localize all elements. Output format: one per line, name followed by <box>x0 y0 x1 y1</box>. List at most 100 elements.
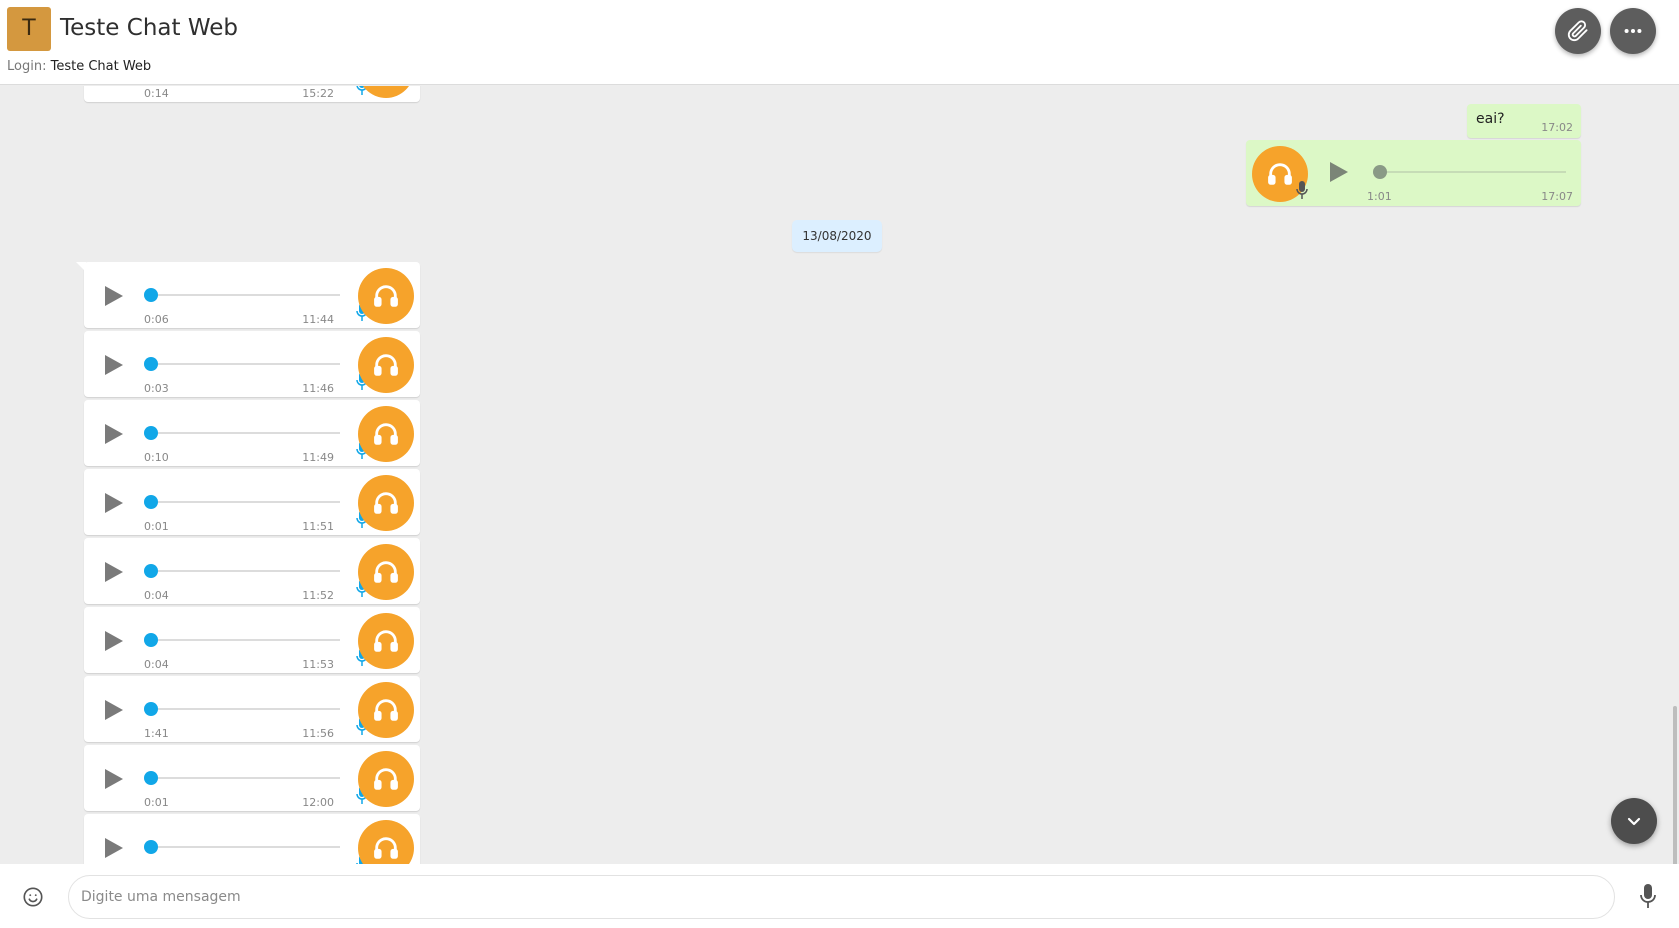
audio-progress-handle[interactable] <box>1373 165 1387 179</box>
audio-message-incoming: 1:41 11:56 <box>84 676 420 742</box>
play-icon <box>105 631 123 651</box>
message-time: 11:52 <box>302 589 334 602</box>
headphones-avatar <box>358 544 414 600</box>
audio-duration: 0:01 <box>144 520 169 533</box>
headphones-icon <box>374 837 398 859</box>
message-input[interactable] <box>68 875 1615 919</box>
audio-progress-track[interactable] <box>150 639 340 641</box>
headphones-icon <box>374 492 398 514</box>
play-icon <box>105 493 123 513</box>
audio-progress-track[interactable] <box>150 363 340 365</box>
more-horizontal-icon <box>1624 28 1642 34</box>
audio-progress-handle[interactable] <box>144 564 158 578</box>
audio-duration: 0:10 <box>144 451 169 464</box>
audio-duration: 0:14 <box>144 87 169 100</box>
audio-progress-track[interactable] <box>150 432 340 434</box>
audio-message-incoming: 0:10 11:49 <box>84 400 420 466</box>
message-time: 17:07 <box>1541 190 1573 203</box>
play-button[interactable] <box>103 836 125 864</box>
audio-progress-track[interactable] <box>150 570 340 572</box>
login-value: Teste Chat Web <box>50 59 152 74</box>
headphones-avatar <box>358 613 414 669</box>
audio-duration: 0:04 <box>144 589 169 602</box>
headphones-icon <box>374 354 398 376</box>
play-button[interactable] <box>103 284 125 312</box>
message-composer <box>0 864 1679 928</box>
audio-progress-track[interactable] <box>150 294 340 296</box>
audio-message-incoming: 0:14 15:22 <box>84 86 420 102</box>
audio-message-incoming <box>84 814 420 864</box>
audio-progress-track[interactable] <box>1376 171 1566 173</box>
scrollbar[interactable] <box>1671 86 1679 916</box>
avatar[interactable]: T <box>7 7 51 51</box>
headphones-icon <box>374 423 398 445</box>
paperclip-icon <box>1567 20 1588 42</box>
headphones-avatar <box>358 268 414 324</box>
headphones-avatar <box>358 820 414 864</box>
audio-message-incoming: 0:01 12:00 <box>84 745 420 811</box>
audio-progress-handle[interactable] <box>144 426 158 440</box>
headphones-icon <box>374 285 398 307</box>
headphones-avatar <box>358 751 414 807</box>
audio-duration: 1:01 <box>1367 190 1392 203</box>
audio-progress-handle[interactable] <box>144 357 158 371</box>
microphone-icon <box>1296 180 1308 204</box>
audio-message-incoming: 0:01 11:51 <box>84 469 420 535</box>
chat-header: T Teste Chat Web Login: Teste Chat Web <box>0 0 1679 85</box>
more-options-button[interactable] <box>1610 8 1656 54</box>
play-button[interactable] <box>103 560 125 588</box>
message-time: 11:44 <box>302 313 334 326</box>
audio-progress-handle[interactable] <box>144 702 158 716</box>
audio-duration: 0:01 <box>144 796 169 809</box>
login-label: Login: <box>7 59 47 74</box>
play-icon <box>105 838 123 858</box>
audio-progress-handle[interactable] <box>144 633 158 647</box>
audio-message-incoming: 0:06 11:44 <box>76 262 420 328</box>
login-info: Login: Teste Chat Web <box>7 59 151 74</box>
audio-duration: 1:41 <box>144 727 169 740</box>
audio-progress-handle[interactable] <box>144 288 158 302</box>
audio-progress-track[interactable] <box>150 846 340 848</box>
play-button[interactable] <box>103 353 125 381</box>
audio-progress-handle[interactable] <box>144 495 158 509</box>
audio-progress-track[interactable] <box>150 777 340 779</box>
play-button[interactable] <box>103 767 125 795</box>
headphones-icon <box>374 561 398 583</box>
headphones-avatar <box>358 406 414 462</box>
play-icon <box>105 424 123 444</box>
audio-progress-handle[interactable] <box>144 840 158 854</box>
audio-message-incoming: 0:03 11:46 <box>84 331 420 397</box>
attach-button[interactable] <box>1555 8 1601 54</box>
play-button[interactable] <box>103 698 125 726</box>
play-button[interactable] <box>103 629 125 657</box>
message-text: eai? <box>1476 111 1505 127</box>
play-icon <box>105 286 123 306</box>
play-button[interactable] <box>1328 160 1350 188</box>
message-time: 11:51 <box>302 520 334 533</box>
audio-progress-handle[interactable] <box>144 771 158 785</box>
text-message-outgoing: eai? 17:02 <box>1467 104 1581 138</box>
record-audio-button[interactable] <box>1640 883 1656 913</box>
message-time: 15:22 <box>302 87 334 100</box>
chat-title: Teste Chat Web <box>60 15 238 41</box>
emoji-button[interactable] <box>22 886 44 912</box>
microphone-icon <box>1640 884 1656 908</box>
play-button[interactable] <box>103 491 125 519</box>
chevron-down-icon <box>1627 817 1641 826</box>
audio-progress-track[interactable] <box>150 708 340 710</box>
play-button[interactable] <box>103 422 125 450</box>
headphones-icon <box>1268 163 1292 185</box>
message-time: 12:00 <box>302 796 334 809</box>
message-time: 11:56 <box>302 727 334 740</box>
message-list[interactable]: 0:14 15:22 eai? 17:02 1:01 17:07 13/08/2… <box>0 86 1679 864</box>
audio-progress-track[interactable] <box>150 501 340 503</box>
play-icon <box>105 700 123 720</box>
play-icon <box>105 769 123 789</box>
audio-duration: 0:04 <box>144 658 169 671</box>
scroll-to-bottom-button[interactable] <box>1611 798 1657 844</box>
headphones-icon <box>374 630 398 652</box>
smiley-icon <box>23 887 43 907</box>
bubble-tail <box>76 262 86 272</box>
audio-duration: 0:03 <box>144 382 169 395</box>
headphones-icon <box>374 768 398 790</box>
